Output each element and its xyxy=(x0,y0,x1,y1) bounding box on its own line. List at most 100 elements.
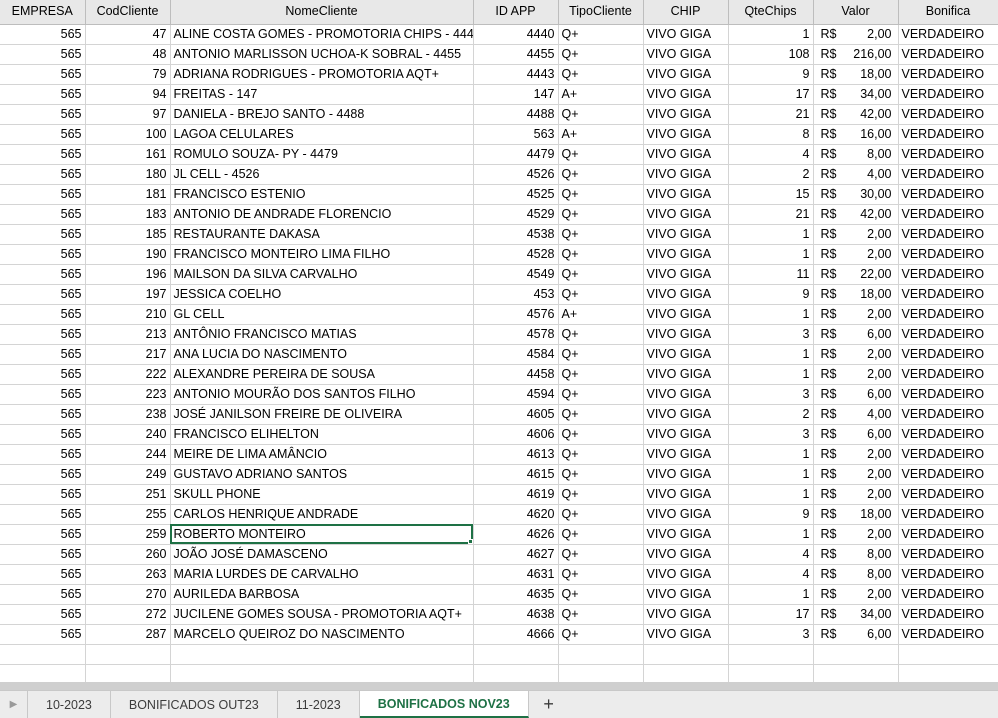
cell-id-app[interactable]: 4479 xyxy=(473,144,559,165)
cell-bonifica[interactable]: VERDADEIRO xyxy=(898,344,998,365)
cell-bonifica[interactable]: VERDADEIRO xyxy=(898,284,998,305)
cell-chip[interactable]: VIVO GIGA xyxy=(643,584,729,605)
cell-nomecliente[interactable]: ALEXANDRE PEREIRA DE SOUSA xyxy=(170,364,474,385)
cell-bonifica[interactable]: VERDADEIRO xyxy=(898,444,998,465)
cell-id-app[interactable]: 4594 xyxy=(473,384,559,405)
cell-tipocliente[interactable]: Q+ xyxy=(558,404,644,425)
cell-empresa[interactable]: 565 xyxy=(0,124,86,145)
sheet-tab-11-2023[interactable]: 11-2023 xyxy=(278,691,360,718)
cell-chip[interactable]: VIVO GIGA xyxy=(643,304,729,325)
cell-empresa[interactable]: 565 xyxy=(0,264,86,285)
cell-chip[interactable]: VIVO GIGA xyxy=(643,164,729,185)
cell-chip[interactable]: VIVO GIGA xyxy=(643,44,729,65)
cell-id-app[interactable]: 4605 xyxy=(473,404,559,425)
cell-empresa[interactable]: 565 xyxy=(0,184,86,205)
cell-empresa[interactable]: 565 xyxy=(0,244,86,265)
cell-tipocliente[interactable]: Q+ xyxy=(558,184,644,205)
cell-valor[interactable]: R$ 2,00 xyxy=(813,364,899,385)
cell-qtechips[interactable]: 9 xyxy=(728,504,814,525)
empty-cell[interactable] xyxy=(643,664,729,682)
cell-tipocliente[interactable]: A+ xyxy=(558,124,644,145)
cell-empresa[interactable]: 565 xyxy=(0,224,86,245)
cell-tipocliente[interactable]: Q+ xyxy=(558,624,644,645)
cell-qtechips[interactable]: 1 xyxy=(728,444,814,465)
cell-tipocliente[interactable]: Q+ xyxy=(558,544,644,565)
cell-empresa[interactable]: 565 xyxy=(0,584,86,605)
cell-chip[interactable]: VIVO GIGA xyxy=(643,84,729,105)
cell-chip[interactable]: VIVO GIGA xyxy=(643,104,729,125)
cell-qtechips[interactable]: 21 xyxy=(728,104,814,125)
cell-nomecliente[interactable]: MAILSON DA SILVA CARVALHO xyxy=(170,264,474,285)
cell-chip[interactable]: VIVO GIGA xyxy=(643,324,729,345)
cell-id-app[interactable]: 4578 xyxy=(473,324,559,345)
cell-bonifica[interactable]: VERDADEIRO xyxy=(898,264,998,285)
column-header-bonifica[interactable]: Bonifica xyxy=(898,0,998,25)
cell-codcliente[interactable]: 94 xyxy=(85,84,171,105)
cell-chip[interactable]: VIVO GIGA xyxy=(643,624,729,645)
cell-codcliente[interactable]: 185 xyxy=(85,224,171,245)
column-header-tipocliente[interactable]: TipoCliente xyxy=(558,0,644,25)
cell-nomecliente[interactable]: JOSÉ JANILSON FREIRE DE OLIVEIRA xyxy=(170,404,474,425)
cell-valor[interactable]: R$ 42,00 xyxy=(813,204,899,225)
cell-nomecliente[interactable]: ANTONIO MOURÃO DOS SANTOS FILHO xyxy=(170,384,474,405)
cell-bonifica[interactable]: VERDADEIRO xyxy=(898,624,998,645)
cell-empresa[interactable]: 565 xyxy=(0,324,86,345)
cell-valor[interactable]: R$ 22,00 xyxy=(813,264,899,285)
cell-codcliente[interactable]: 222 xyxy=(85,364,171,385)
cell-bonifica[interactable]: VERDADEIRO xyxy=(898,584,998,605)
empty-cell[interactable] xyxy=(813,664,899,682)
cell-codcliente[interactable]: 272 xyxy=(85,604,171,625)
cell-bonifica[interactable]: VERDADEIRO xyxy=(898,604,998,625)
cell-bonifica[interactable]: VERDADEIRO xyxy=(898,164,998,185)
cell-qtechips[interactable]: 1 xyxy=(728,344,814,365)
cell-nomecliente[interactable]: AURILEDA BARBOSA xyxy=(170,584,474,605)
cell-codcliente[interactable]: 251 xyxy=(85,484,171,505)
cell-codcliente[interactable]: 197 xyxy=(85,284,171,305)
column-header-codcliente[interactable]: CodCliente xyxy=(85,0,171,25)
cell-tipocliente[interactable]: Q+ xyxy=(558,424,644,445)
cell-tipocliente[interactable]: Q+ xyxy=(558,164,644,185)
cell-qtechips[interactable]: 3 xyxy=(728,324,814,345)
cell-valor[interactable]: R$ 8,00 xyxy=(813,564,899,585)
cell-id-app[interactable]: 453 xyxy=(473,284,559,305)
cell-nomecliente[interactable]: ANTONIO DE ANDRADE FLORENCIO xyxy=(170,204,474,225)
cell-bonifica[interactable]: VERDADEIRO xyxy=(898,224,998,245)
cell-codcliente[interactable]: 259 xyxy=(85,524,171,545)
cell-id-app[interactable]: 4538 xyxy=(473,224,559,245)
cell-codcliente[interactable]: 287 xyxy=(85,624,171,645)
cell-nomecliente[interactable]: DANIELA - BREJO SANTO - 4488 xyxy=(170,104,474,125)
cell-codcliente[interactable]: 161 xyxy=(85,144,171,165)
cell-id-app[interactable]: 4525 xyxy=(473,184,559,205)
cell-empresa[interactable]: 565 xyxy=(0,44,86,65)
spreadsheet-grid[interactable]: EMPRESA CodCliente NomeCliente ID APP TipoCl… xyxy=(0,0,998,682)
cell-chip[interactable]: VIVO GIGA xyxy=(643,524,729,545)
cell-bonifica[interactable]: VERDADEIRO xyxy=(898,564,998,585)
cell-valor[interactable]: R$ 2,00 xyxy=(813,524,899,545)
cell-valor[interactable]: R$ 2,00 xyxy=(813,304,899,325)
cell-chip[interactable]: VIVO GIGA xyxy=(643,504,729,525)
cell-nomecliente[interactable]: ROBERTO MONTEIRO xyxy=(170,524,474,545)
cell-tipocliente[interactable]: A+ xyxy=(558,84,644,105)
cell-empresa[interactable]: 565 xyxy=(0,24,86,45)
cell-tipocliente[interactable]: Q+ xyxy=(558,344,644,365)
cell-tipocliente[interactable]: A+ xyxy=(558,304,644,325)
cell-tipocliente[interactable]: Q+ xyxy=(558,364,644,385)
cell-tipocliente[interactable]: Q+ xyxy=(558,104,644,125)
cell-id-app[interactable]: 4488 xyxy=(473,104,559,125)
cell-bonifica[interactable]: VERDADEIRO xyxy=(898,364,998,385)
cell-valor[interactable]: R$ 30,00 xyxy=(813,184,899,205)
cell-valor[interactable]: R$ 2,00 xyxy=(813,244,899,265)
cell-chip[interactable]: VIVO GIGA xyxy=(643,184,729,205)
cell-id-app[interactable]: 4526 xyxy=(473,164,559,185)
cell-nomecliente[interactable]: MARCELO QUEIROZ DO NASCIMENTO xyxy=(170,624,474,645)
cell-valor[interactable]: R$ 4,00 xyxy=(813,404,899,425)
cell-chip[interactable]: VIVO GIGA xyxy=(643,64,729,85)
cell-empresa[interactable]: 565 xyxy=(0,364,86,385)
cell-bonifica[interactable]: VERDADEIRO xyxy=(898,44,998,65)
cell-tipocliente[interactable]: Q+ xyxy=(558,44,644,65)
cell-bonifica[interactable]: VERDADEIRO xyxy=(898,404,998,425)
cell-id-app[interactable]: 4638 xyxy=(473,604,559,625)
cell-qtechips[interactable]: 3 xyxy=(728,384,814,405)
cell-valor[interactable]: R$ 16,00 xyxy=(813,124,899,145)
empty-cell[interactable] xyxy=(85,664,171,682)
